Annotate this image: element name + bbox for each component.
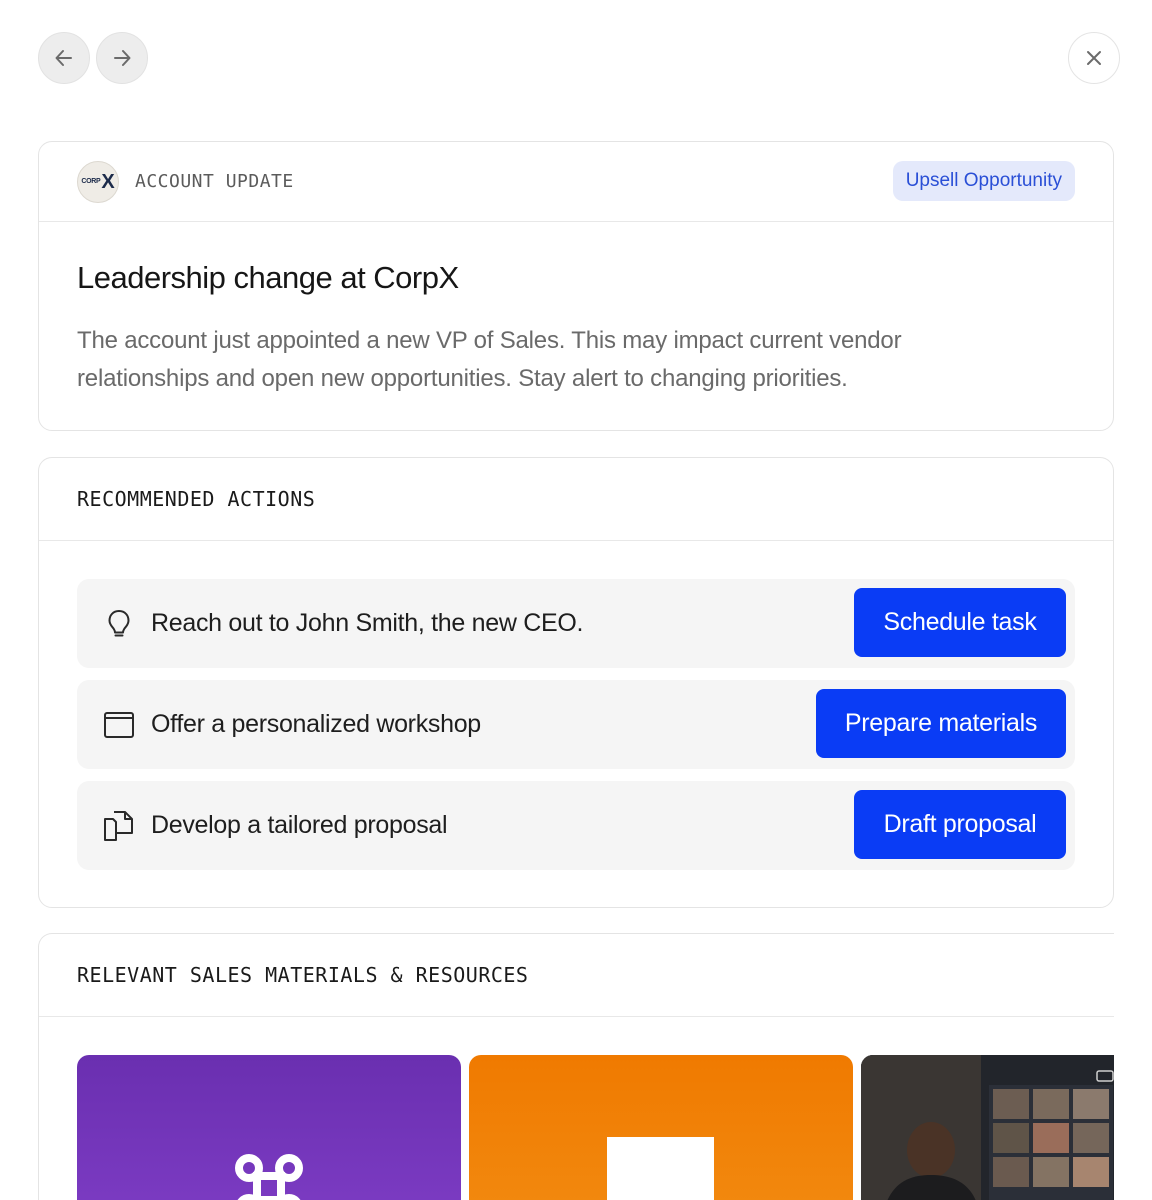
account-update-label: ACCOUNT UPDATE (135, 171, 294, 192)
sales-resources-card: RELEVANT SALES MATERIALS & RESOURCES (38, 933, 1114, 1200)
action-text: Develop a tailored proposal (151, 811, 448, 839)
draft-proposal-button[interactable]: Draft proposal (854, 790, 1066, 859)
window-icon (101, 707, 137, 743)
logo-text-large: X (101, 170, 115, 193)
schedule-task-button[interactable]: Schedule task (854, 588, 1066, 657)
video-call-photo (861, 1055, 1114, 1200)
action-item: Offer a personalized workshop Prepare ma… (77, 680, 1075, 769)
action-text: Offer a personalized workshop (151, 710, 481, 738)
arrow-left-icon (55, 50, 72, 66)
forward-button[interactable] (96, 32, 148, 84)
update-title: Leadership change at CorpX (77, 260, 459, 295)
document-icon (607, 1137, 714, 1200)
documents-icon (101, 808, 137, 844)
recommended-actions-heading: RECOMMENDED ACTIONS (77, 487, 316, 511)
sales-resources-heading: RELEVANT SALES MATERIALS & RESOURCES (77, 963, 529, 987)
logo-text-small: CORP (81, 178, 101, 185)
resource-tile-command[interactable] (77, 1055, 461, 1200)
close-icon (1087, 51, 1101, 65)
lightbulb-icon (101, 606, 137, 642)
upsell-opportunity-badge[interactable]: Upsell Opportunity (892, 161, 1075, 201)
recommended-actions-card: RECOMMENDED ACTIONS Reach out to John Sm… (38, 457, 1114, 908)
close-button[interactable] (1068, 32, 1120, 84)
action-item: Reach out to John Smith, the new CEO. Sc… (77, 579, 1075, 668)
arrow-right-icon (114, 50, 131, 66)
account-update-header: CORP X ACCOUNT UPDATE Upsell Opportunity (39, 142, 1113, 222)
command-icon (235, 1154, 303, 1200)
account-update-card: CORP X ACCOUNT UPDATE Upsell Opportunity… (38, 141, 1114, 431)
corpx-logo: CORP X (77, 160, 119, 203)
prepare-materials-button[interactable]: Prepare materials (816, 689, 1066, 758)
action-text: Reach out to John Smith, the new CEO. (151, 609, 584, 637)
update-description: The account just appointed a new VP of S… (77, 327, 902, 392)
resource-tile-document[interactable] (469, 1055, 853, 1200)
back-button[interactable] (38, 32, 90, 84)
action-item: Develop a tailored proposal Draft propos… (77, 781, 1075, 870)
resource-tile-video-call[interactable] (861, 1055, 1114, 1200)
